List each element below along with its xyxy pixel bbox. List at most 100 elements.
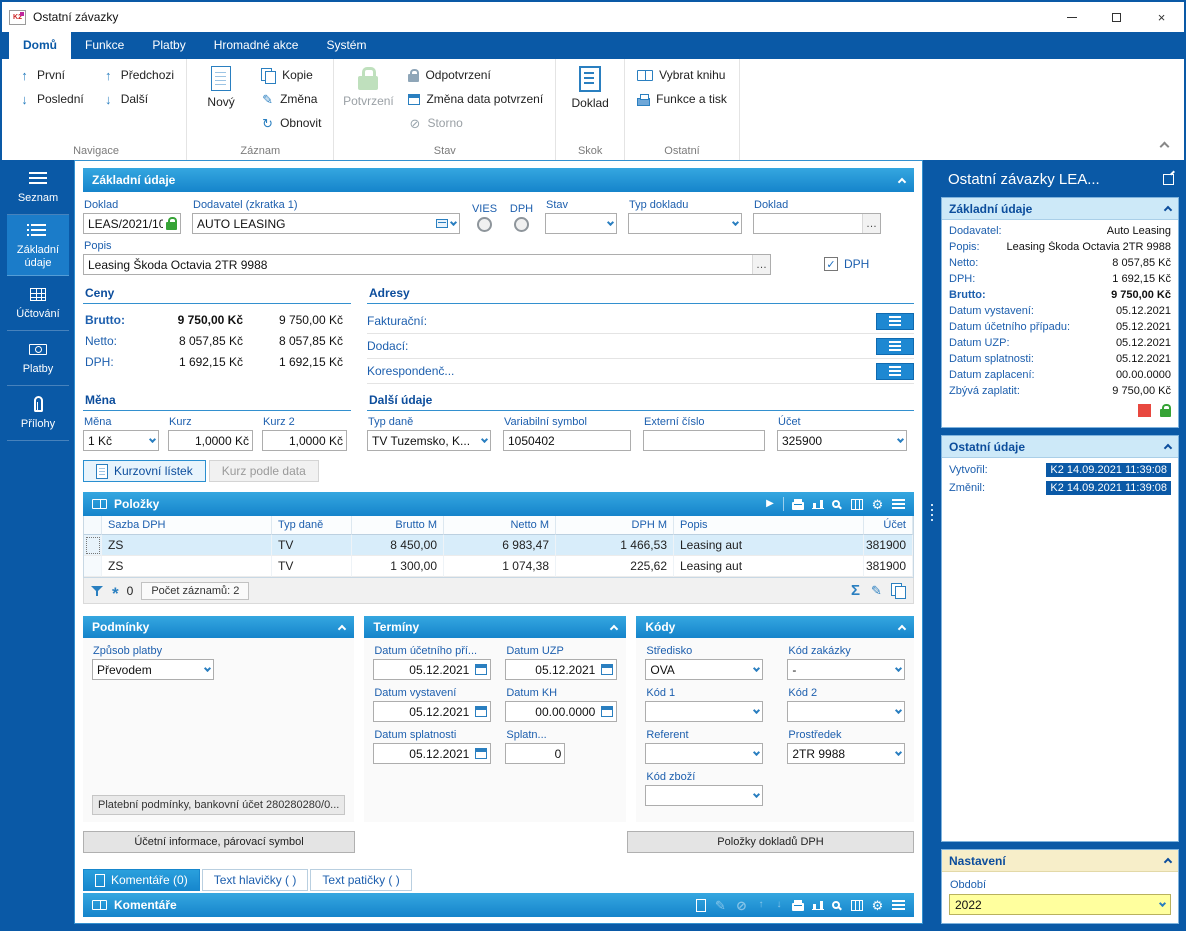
calendar-icon[interactable] bbox=[475, 664, 487, 675]
tab-text-paticky[interactable]: Text patičky ( ) bbox=[310, 869, 411, 891]
collapse-section-button[interactable] bbox=[898, 624, 906, 632]
column-header[interactable]: Sazba DPH bbox=[102, 516, 272, 535]
obdobi-dropdown[interactable]: 2022 bbox=[949, 894, 1171, 915]
datum-uzp-field[interactable]: 05.12.2021 bbox=[505, 659, 617, 680]
chart-icon[interactable] bbox=[812, 900, 824, 910]
invoice-address-menu-button[interactable] bbox=[876, 313, 914, 330]
edit-icon[interactable]: ✎ bbox=[714, 899, 727, 912]
datum-kh-field[interactable]: 00.00.0000 bbox=[505, 701, 617, 722]
select-book-button[interactable]: Vybrat knihu bbox=[631, 63, 733, 87]
popis-field[interactable]: Leasing Škoda Octavia 2TR 9988 … bbox=[83, 254, 771, 275]
externi-cislo-field[interactable] bbox=[643, 430, 765, 451]
summary-ostatni-header[interactable]: Ostatní údaje bbox=[942, 436, 1178, 458]
kod-zbozi-dropdown[interactable] bbox=[645, 785, 763, 806]
tab-text-hlavicky[interactable]: Text hlavičky ( ) bbox=[202, 869, 309, 891]
kurz2-field[interactable]: 1,0000 Kč bbox=[262, 430, 347, 451]
dodavatel-field[interactable]: AUTO LEASING bbox=[192, 213, 460, 234]
payment-terms-note[interactable]: Platební podmínky, bankovní účet 2802802… bbox=[92, 795, 345, 815]
print-icon[interactable] bbox=[792, 903, 804, 911]
filter-star-icon[interactable]: * bbox=[112, 589, 119, 599]
next-button[interactable]: ↓Další bbox=[96, 87, 180, 111]
sidebar-item-platby[interactable]: Platby bbox=[7, 331, 69, 386]
doklad-button[interactable]: Doklad bbox=[562, 63, 618, 110]
collapse-section-button[interactable] bbox=[1164, 206, 1172, 214]
ellipsis-button[interactable]: … bbox=[862, 214, 880, 233]
delete-icon[interactable]: ⊘ bbox=[735, 899, 748, 912]
tab-domu[interactable]: Domů bbox=[9, 32, 71, 59]
sidebar-item-prilohy[interactable]: Přílohy bbox=[7, 386, 69, 441]
column-header[interactable]: Účet bbox=[864, 516, 913, 535]
duplicate-icon[interactable] bbox=[891, 583, 906, 598]
move-down-icon[interactable]: ↓ bbox=[774, 900, 784, 910]
move-up-icon[interactable]: ↑ bbox=[756, 900, 766, 910]
kod1-dropdown[interactable] bbox=[645, 701, 763, 722]
gear-icon[interactable]: ⚙ bbox=[871, 498, 884, 511]
prostredek-dropdown[interactable]: 2TR 9988 bbox=[787, 743, 905, 764]
referent-dropdown[interactable] bbox=[645, 743, 763, 764]
collapse-section-button[interactable] bbox=[610, 624, 618, 632]
sidebar-item-uctovani[interactable]: Účtování bbox=[7, 276, 69, 331]
tab-system[interactable]: Systém bbox=[312, 32, 380, 59]
column-header[interactable]: Netto M bbox=[444, 516, 556, 535]
datum-vystaveni-field[interactable]: 05.12.2021 bbox=[373, 701, 491, 722]
calendar-icon[interactable] bbox=[475, 706, 487, 717]
last-button[interactable]: ↓Poslední bbox=[12, 87, 90, 111]
menu-icon[interactable] bbox=[892, 503, 905, 505]
menu-icon[interactable] bbox=[892, 904, 905, 906]
row-selector-cell[interactable] bbox=[84, 556, 102, 577]
collapse-section-button[interactable] bbox=[1164, 858, 1172, 866]
tab-platby[interactable]: Platby bbox=[138, 32, 199, 59]
confirm-button[interactable]: Potvrzení bbox=[340, 63, 396, 108]
first-button[interactable]: ↑První bbox=[12, 63, 90, 87]
chart-icon[interactable] bbox=[812, 499, 824, 509]
gear-icon[interactable]: ⚙ bbox=[871, 899, 884, 912]
maximize-button[interactable] bbox=[1094, 3, 1139, 32]
zpusob-platby-dropdown[interactable]: Převodem bbox=[92, 659, 214, 680]
tab-komentare[interactable]: Komentáře (0) bbox=[83, 869, 200, 891]
kurzovni-listek-button[interactable]: Kurzovní lístek bbox=[83, 460, 206, 482]
datum-ucetniho-pripadu-field[interactable]: 05.12.2021 bbox=[373, 659, 491, 680]
collapse-section-button[interactable] bbox=[338, 624, 346, 632]
kurz-podle-data-button[interactable]: Kurz podle data bbox=[209, 460, 319, 482]
supplier-card-icon[interactable] bbox=[436, 219, 448, 228]
variabilni-symbol-field[interactable]: 1050402 bbox=[503, 430, 631, 451]
filter-icon[interactable] bbox=[91, 585, 104, 597]
collapse-section-button[interactable] bbox=[898, 177, 906, 185]
print-icon[interactable] bbox=[792, 502, 804, 510]
tab-hromadne-akce[interactable]: Hromadné akce bbox=[200, 32, 313, 59]
column-header[interactable]: DPH M bbox=[556, 516, 674, 535]
search-icon[interactable] bbox=[832, 500, 840, 508]
new-button[interactable]: Nový bbox=[193, 63, 249, 109]
close-button[interactable]: × bbox=[1139, 3, 1184, 32]
edit-icon[interactable]: ✎ bbox=[870, 584, 883, 597]
calendar-icon[interactable] bbox=[601, 706, 613, 717]
ucetni-informace-button[interactable]: Účetní informace, párovací symbol bbox=[83, 831, 355, 853]
previous-button[interactable]: ↑Předchozi bbox=[96, 63, 180, 87]
chevron-down-icon[interactable] bbox=[450, 218, 457, 225]
correspondence-address-menu-button[interactable] bbox=[876, 363, 914, 380]
calendar-icon[interactable] bbox=[601, 664, 613, 675]
column-header[interactable]: Typ daně bbox=[272, 516, 352, 535]
column-header[interactable]: Brutto M bbox=[352, 516, 444, 535]
kurz-field[interactable]: 1,0000 Kč bbox=[168, 430, 253, 451]
splatnost-field[interactable]: 0 bbox=[505, 743, 565, 764]
datum-splatnosti-field[interactable]: 05.12.2021 bbox=[373, 743, 491, 764]
mena-dropdown[interactable]: 1 Kč bbox=[83, 430, 159, 451]
minimize-button[interactable] bbox=[1049, 3, 1094, 32]
stav-dropdown[interactable] bbox=[545, 213, 617, 234]
polozky-dokladu-dph-button[interactable]: Položky dokladů DPH bbox=[627, 831, 914, 853]
collapse-section-button[interactable] bbox=[1164, 444, 1172, 452]
change-confirm-date-button[interactable]: Změna data potvrzení bbox=[402, 87, 549, 111]
typ-dane-dropdown[interactable]: TV Tuzemsko, K... bbox=[367, 430, 491, 451]
typ-dokladu-dropdown[interactable] bbox=[628, 213, 742, 234]
copy-button[interactable]: Kopie bbox=[255, 63, 327, 87]
stredisko-dropdown[interactable]: OVA bbox=[645, 659, 763, 680]
column-header[interactable]: Popis bbox=[674, 516, 864, 535]
search-icon[interactable] bbox=[832, 901, 840, 909]
doklad2-field[interactable]: … bbox=[753, 213, 881, 234]
summary-zakladni-header[interactable]: Základní údaje bbox=[942, 198, 1178, 220]
tab-funkce[interactable]: Funkce bbox=[71, 32, 138, 59]
sidebar-item-zakladni-udaje[interactable]: Základní údaje bbox=[7, 215, 69, 276]
sidebar-item-seznam[interactable]: Seznam bbox=[7, 160, 69, 215]
dph-checkbox-group[interactable]: ✓ DPH bbox=[824, 257, 869, 271]
